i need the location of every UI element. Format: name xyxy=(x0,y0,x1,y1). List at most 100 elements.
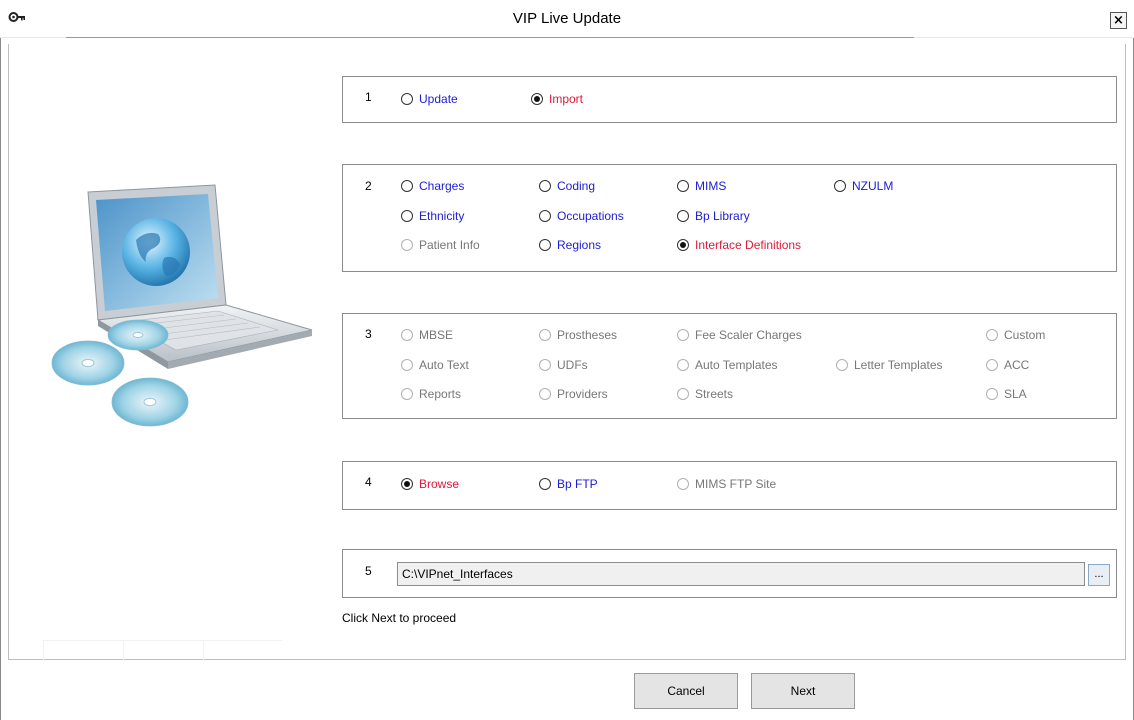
window-left-edge xyxy=(0,0,1,720)
radio-coding[interactable]: Coding xyxy=(539,178,595,194)
background-grid-cell xyxy=(203,640,283,660)
radio-browse[interactable]: Browse xyxy=(401,476,459,492)
radio-circle[interactable] xyxy=(531,93,543,105)
radio-circle[interactable] xyxy=(834,180,846,192)
radio-sla: SLA xyxy=(986,386,1027,402)
browse-folder-button[interactable]: ... xyxy=(1088,564,1110,586)
radio-circle[interactable] xyxy=(539,239,551,251)
radio-circle xyxy=(677,388,689,400)
radio-label: Import xyxy=(549,92,584,106)
window-title: VIP Live Update xyxy=(512,10,622,27)
radio-mims-ftp-site: MIMS FTP Site xyxy=(677,476,776,492)
radio-label: MIMS xyxy=(695,179,727,193)
radio-circle xyxy=(401,359,413,371)
radio-label: Auto Templates xyxy=(695,358,778,372)
radio-circle xyxy=(401,239,413,251)
radio-nzulm[interactable]: NZULM xyxy=(834,178,893,194)
radio-label: Update xyxy=(419,92,458,106)
title-bar: VIP Live Update × xyxy=(0,0,1134,38)
radio-label: Letter Templates xyxy=(854,358,943,372)
radio-udfs: UDFs xyxy=(539,357,588,373)
group-3: 3 MBSE Prostheses Fee Scaler Charges Cus… xyxy=(342,313,1117,419)
radio-label: Bp Library xyxy=(695,209,750,223)
radio-circle[interactable] xyxy=(677,180,689,192)
group-5: 5 ... xyxy=(342,549,1117,598)
radio-circle xyxy=(986,359,998,371)
radio-auto-text: Auto Text xyxy=(401,357,469,373)
radio-ethnicity[interactable]: Ethnicity xyxy=(401,208,464,224)
radio-circle[interactable] xyxy=(401,478,413,490)
group-number: 1 xyxy=(365,90,372,104)
radio-label: MIMS FTP Site xyxy=(695,477,777,491)
radio-label: Auto Text xyxy=(419,358,469,372)
next-button[interactable]: Next xyxy=(751,673,855,709)
group-4: 4 Browse Bp FTP MIMS FTP Site xyxy=(342,461,1117,510)
title-divider xyxy=(66,37,914,38)
radio-label: Browse xyxy=(419,477,460,491)
radio-reports: Reports xyxy=(401,386,461,402)
radio-label: Providers xyxy=(557,387,608,401)
radio-circle xyxy=(677,329,689,341)
radio-custom: Custom xyxy=(986,327,1045,343)
radio-letter-templates: Letter Templates xyxy=(836,357,943,373)
radio-circle xyxy=(539,329,551,341)
radio-circle[interactable] xyxy=(401,210,413,222)
radio-circle[interactable] xyxy=(539,180,551,192)
radio-interface-definitions[interactable]: Interface Definitions xyxy=(677,237,801,253)
radio-patient-info: Patient Info xyxy=(401,237,480,253)
radio-circle xyxy=(401,388,413,400)
radio-label: Fee Scaler Charges xyxy=(695,328,802,342)
radio-regions[interactable]: Regions xyxy=(539,237,601,253)
radio-bp-library[interactable]: Bp Library xyxy=(677,208,750,224)
radio-occupations[interactable]: Occupations xyxy=(539,208,624,224)
radio-circle xyxy=(539,388,551,400)
hint-text: Click Next to proceed xyxy=(342,611,457,625)
radio-circle xyxy=(986,388,998,400)
radio-bp-ftp[interactable]: Bp FTP xyxy=(539,476,598,492)
radio-label: Custom xyxy=(1004,328,1046,342)
radio-label: Reports xyxy=(419,387,462,401)
group-number: 5 xyxy=(365,564,372,578)
radio-circle[interactable] xyxy=(401,180,413,192)
group-number: 2 xyxy=(365,179,372,193)
close-icon[interactable]: × xyxy=(1110,12,1127,29)
group-1: 1 Update Import xyxy=(342,76,1117,123)
radio-label: Bp FTP xyxy=(557,477,598,491)
radio-label: Regions xyxy=(557,238,602,252)
radio-prostheses: Prostheses xyxy=(539,327,617,343)
radio-mbse: MBSE xyxy=(401,327,453,343)
radio-label: SLA xyxy=(1004,387,1027,401)
radio-circle[interactable] xyxy=(539,478,551,490)
radio-circle xyxy=(677,478,689,490)
radio-mims[interactable]: MIMS xyxy=(677,178,726,194)
radio-label: ACC xyxy=(1004,358,1030,372)
radio-label: Interface Definitions xyxy=(695,238,802,252)
group-number: 4 xyxy=(365,475,372,489)
cancel-button[interactable]: Cancel xyxy=(634,673,738,709)
radio-circle xyxy=(539,359,551,371)
radio-circle xyxy=(401,329,413,341)
radio-label: Prostheses xyxy=(557,328,618,342)
path-input[interactable] xyxy=(397,562,1085,586)
radio-circle[interactable] xyxy=(401,93,413,105)
radio-circle xyxy=(986,329,998,341)
radio-label: Charges xyxy=(419,179,465,193)
radio-label: Occupations xyxy=(557,209,624,223)
radio-label: Patient Info xyxy=(419,238,480,252)
radio-update[interactable]: Update xyxy=(401,91,458,107)
radio-import[interactable]: Import xyxy=(531,91,583,107)
radio-fee-scaler-charges: Fee Scaler Charges xyxy=(677,327,802,343)
radio-charges[interactable]: Charges xyxy=(401,178,464,194)
radio-label: Coding xyxy=(557,179,596,193)
background-grid-cell xyxy=(43,640,123,660)
radio-circle xyxy=(836,359,848,371)
radio-circle[interactable] xyxy=(539,210,551,222)
radio-circle[interactable] xyxy=(677,239,689,251)
radio-label: MBSE xyxy=(419,328,454,342)
radio-circle[interactable] xyxy=(677,210,689,222)
radio-streets: Streets xyxy=(677,386,733,402)
radio-providers: Providers xyxy=(539,386,608,402)
radio-acc: ACC xyxy=(986,357,1029,373)
radio-label: Streets xyxy=(695,387,734,401)
radio-auto-templates: Auto Templates xyxy=(677,357,778,373)
